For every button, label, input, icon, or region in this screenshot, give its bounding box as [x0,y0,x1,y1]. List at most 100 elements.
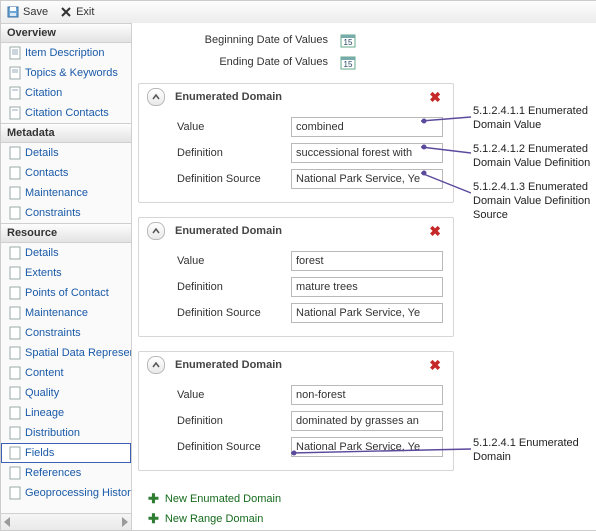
sidebar-item-r-lineage[interactable]: Lineage [1,403,131,423]
page-icon [9,246,21,260]
collapse-toggle[interactable] [147,88,165,106]
definition-input[interactable] [291,143,443,163]
annotation: 5.1.2.4.1.2 Enumerated Domain Value Defi… [473,143,593,171]
svg-text:15: 15 [344,60,353,69]
page-icon [9,426,21,440]
sidebar-item-r-spatial[interactable]: Spatial Data Representation [1,343,131,363]
plus-icon: ✚ [148,491,159,507]
sidebar: Overview Item Description Topics & Keywo… [1,23,132,530]
sidebar-item-m-maintenance[interactable]: Maintenance [1,183,131,203]
disk-icon [7,6,19,18]
sidebar-item-r-gp-history[interactable]: Geoprocessing History [1,483,131,503]
page-icon [9,106,21,120]
defsource-label: Definition Source [149,173,291,185]
value-label: Value [149,389,291,401]
definition-input[interactable] [291,277,443,297]
value-input[interactable] [291,251,443,271]
delete-button[interactable]: ✖ [425,357,445,374]
sidebar-item-r-content[interactable]: Content [1,363,131,383]
sidebar-item-r-maintenance[interactable]: Maintenance [1,303,131,323]
chevron-up-icon [152,361,160,369]
sidebar-item-item-description[interactable]: Item Description [1,43,131,63]
delete-button[interactable]: ✖ [425,89,445,106]
page-icon [9,166,21,180]
save-label: Save [23,6,48,18]
card-title: Enumerated Domain [175,91,282,103]
definition-label: Definition [149,147,291,159]
defsource-input[interactable] [291,437,443,457]
page-icon [9,186,21,200]
chevron-up-icon [152,227,160,235]
sidebar-item-m-constraints[interactable]: Constraints [1,203,131,223]
x-icon: ✖ [429,223,441,239]
toolbar: Save Exit [1,1,596,24]
definition-label: Definition [149,281,291,293]
sidebar-section-resource[interactable]: Resource [1,223,131,243]
exit-label: Exit [76,6,94,18]
exit-button[interactable]: Exit [60,6,94,18]
calendar-icon[interactable]: 15 [340,54,356,70]
close-icon [60,6,72,18]
defsource-input[interactable] [291,303,443,323]
page-icon [9,486,21,500]
save-button[interactable]: Save [7,6,48,18]
calendar-icon[interactable]: 15 [340,32,356,48]
sidebar-item-r-poc[interactable]: Points of Contact [1,283,131,303]
page-icon [9,446,21,460]
page-icon [9,286,21,300]
defsource-label: Definition Source [149,307,291,319]
new-range-domain[interactable]: ✚New Range Domain [148,509,454,529]
sidebar-item-citation[interactable]: Citation [1,83,131,103]
x-icon: ✖ [429,89,441,105]
plus-icon: ✚ [148,511,159,527]
page-icon [9,86,21,100]
definition-input[interactable] [291,411,443,431]
chevron-up-icon [152,93,160,101]
enumerated-domain-card: Enumerated Domain ✖ Value Definition Def… [138,351,454,471]
sidebar-scrollbar[interactable] [1,513,131,530]
svg-text:15: 15 [344,38,353,47]
sidebar-item-r-details[interactable]: Details [1,243,131,263]
new-enumerated-domain[interactable]: ✚New Enumated Domain [148,489,454,509]
sidebar-item-r-references[interactable]: References [1,463,131,483]
sidebar-item-topics[interactable]: Topics & Keywords [1,63,131,83]
value-input[interactable] [291,385,443,405]
page-icon [9,466,21,480]
page-icon [9,306,21,320]
page-icon [9,366,21,380]
collapse-toggle[interactable] [147,356,165,374]
sidebar-item-m-contacts[interactable]: Contacts [1,163,131,183]
page-icon [9,266,21,280]
sidebar-item-m-details[interactable]: Details [1,143,131,163]
page-icon [9,406,21,420]
sidebar-item-r-fields[interactable]: Fields [1,443,131,463]
begin-date-label: Beginning Date of Values [138,34,340,46]
defsource-input[interactable] [291,169,443,189]
end-date-label: Ending Date of Values [138,56,340,68]
page-icon [9,146,21,160]
value-label: Value [149,121,291,133]
defsource-label: Definition Source [149,441,291,453]
annotation: 5.1.2.4.1.3 Enumerated Domain Value Defi… [473,181,593,222]
sidebar-section-overview[interactable]: Overview [1,23,131,43]
enumerated-domain-card: Enumerated Domain ✖ Value Definition Def… [138,83,454,203]
new-codeset-domain[interactable]: ✚New Codeset Domain [148,529,454,530]
sidebar-item-r-quality[interactable]: Quality [1,383,131,403]
enumerated-domain-card: Enumerated Domain ✖ Value Definition Def… [138,217,454,337]
sidebar-item-r-extents[interactable]: Extents [1,263,131,283]
sidebar-item-r-constraints[interactable]: Constraints [1,323,131,343]
collapse-toggle[interactable] [147,222,165,240]
sidebar-item-r-distribution[interactable]: Distribution [1,423,131,443]
page-icon [9,46,21,60]
annotation: 5.1.2.4.1.1 Enumerated Domain Value [473,105,593,133]
page-icon [9,206,21,220]
delete-button[interactable]: ✖ [425,223,445,240]
value-input[interactable] [291,117,443,137]
page-icon [9,66,21,80]
sidebar-item-citation-contacts[interactable]: Citation Contacts [1,103,131,123]
page-icon [9,326,21,340]
x-icon: ✖ [429,357,441,373]
sidebar-section-metadata[interactable]: Metadata [1,123,131,143]
card-title: Enumerated Domain [175,359,282,371]
card-title: Enumerated Domain [175,225,282,237]
